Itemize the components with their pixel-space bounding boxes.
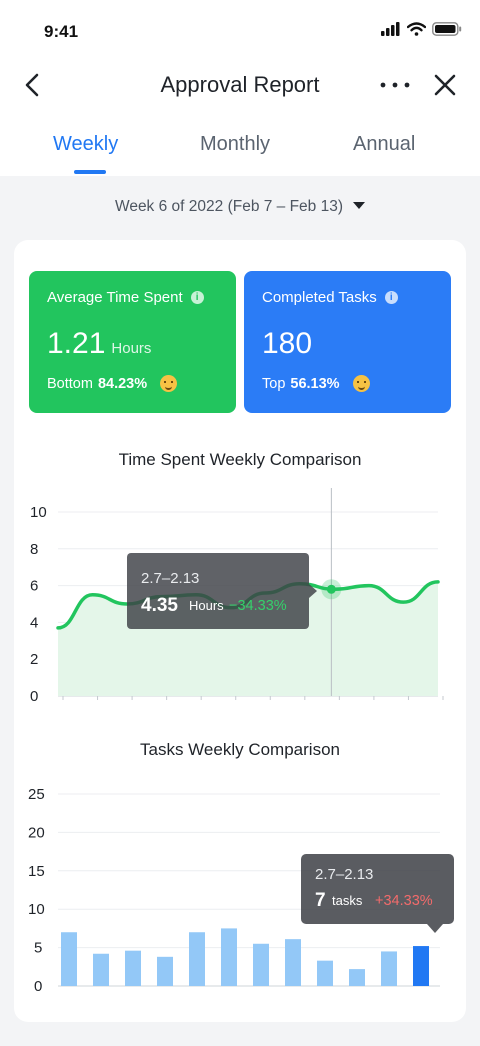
tooltip-change: −34.33% — [229, 598, 287, 614]
highlight-point — [326, 584, 336, 594]
tooltip-arrow — [427, 924, 443, 933]
kpi-tasks-rank-value: 56.13% — [290, 375, 340, 392]
y-tick-label: 0 — [34, 978, 42, 995]
bar — [125, 950, 141, 986]
tab-monthly[interactable]: Monthly — [200, 133, 270, 156]
tab-weekly[interactable]: Weekly — [53, 133, 118, 156]
kpi-time-rank: Bottom 84.23% — [47, 375, 178, 392]
y-tick-label: 15 — [28, 863, 45, 880]
bar — [157, 956, 173, 986]
kpi-average-time: Average Time Spent i 1.21 Hours Bottom 84… — [29, 271, 236, 413]
kpi-tasks-label-row: Completed Tasks i — [262, 289, 433, 306]
tooltip-box — [301, 854, 454, 924]
signal-icon — [381, 22, 400, 36]
sad-face-icon — [160, 375, 178, 392]
wifi-icon — [407, 22, 426, 36]
tooltip-period: 2.7–2.13 — [141, 570, 199, 587]
grin-face-icon — [352, 375, 370, 392]
week-selector-label: Week 6 of 2022 (Feb 7 – Feb 13) — [114, 198, 344, 215]
kpi-tasks-rank: Top 56.13% — [262, 375, 370, 392]
info-icon[interactable]: i — [384, 291, 398, 304]
time-spent-chart[interactable]: 0 2 4 6 8 10 2.7–2.13 4.35 Hours −34.33% — [0, 478, 480, 718]
bar — [61, 932, 77, 986]
info-icon[interactable]: i — [190, 291, 204, 304]
bar — [221, 928, 237, 986]
kpi-time-rank-prefix: Bottom — [47, 375, 93, 392]
y-tick-label: 6 — [30, 578, 38, 595]
tooltip-value: 7 — [315, 890, 326, 911]
y-tick-label: 10 — [28, 901, 45, 918]
kpi-time-label: Average Time Spent — [47, 289, 183, 306]
tooltip-change: +34.33% — [375, 893, 433, 909]
tooltip-unit: tasks — [332, 893, 363, 908]
y-tick-label: 25 — [28, 786, 45, 803]
bar — [285, 939, 301, 986]
y-tick-label: 4 — [30, 614, 38, 631]
bar — [381, 951, 397, 986]
kpi-tasks-label: Completed Tasks — [262, 289, 377, 306]
kpi-time-rank-value: 84.23% — [97, 375, 148, 392]
tooltip-unit: Hours — [189, 598, 224, 613]
more-icon[interactable] — [378, 72, 412, 98]
week-selector[interactable]: Week 6 of 2022 (Feb 7 – Feb 13) — [0, 198, 480, 216]
bar — [413, 946, 429, 986]
tab-indicator — [74, 170, 106, 174]
tasks-chart[interactable]: 0 5 10 15 20 25 2.7–2.13 7 tasks +34.33% — [0, 780, 480, 1020]
bar — [317, 960, 333, 986]
line-chart-title: Time Spent Weekly Comparison — [118, 450, 362, 469]
tab-annual[interactable]: Annual — [353, 133, 415, 156]
kpi-time-value: 1.21 — [47, 327, 106, 360]
y-tick-label: 8 — [30, 541, 38, 558]
y-tick-label: 0 — [30, 688, 38, 705]
status-time: 9:41 — [44, 22, 79, 41]
kpi-completed-tasks: Completed Tasks i 180 Top 56.13% — [244, 271, 451, 413]
kpi-time-unit: Hours — [111, 340, 152, 357]
y-tick-label: 5 — [34, 940, 42, 957]
kpi-tasks-value: 180 — [262, 327, 313, 360]
status-icons — [381, 22, 462, 36]
kpi-time-value-row: 1.21 Hours — [47, 327, 151, 361]
bar-chart-title: Tasks Weekly Comparison — [140, 740, 340, 759]
tooltip-period: 2.7–2.13 — [315, 866, 373, 883]
kpi-tasks-rank-prefix: Top — [262, 375, 286, 392]
y-tick-label: 2 — [30, 651, 38, 668]
tooltip-value: 4.35 — [141, 595, 178, 616]
close-icon[interactable] — [432, 72, 458, 98]
kpi-time-label-row: Average Time Spent i — [47, 289, 218, 306]
bar — [93, 953, 109, 986]
bar — [253, 943, 269, 986]
kpi-tasks-value-row: 180 — [262, 327, 312, 361]
y-tick-label: 10 — [30, 504, 47, 521]
tooltip-box — [127, 553, 309, 629]
bar — [349, 969, 365, 986]
caret-down-icon — [353, 202, 366, 209]
y-tick-label: 20 — [28, 824, 45, 841]
battery-icon — [432, 22, 462, 36]
bar — [189, 932, 205, 986]
